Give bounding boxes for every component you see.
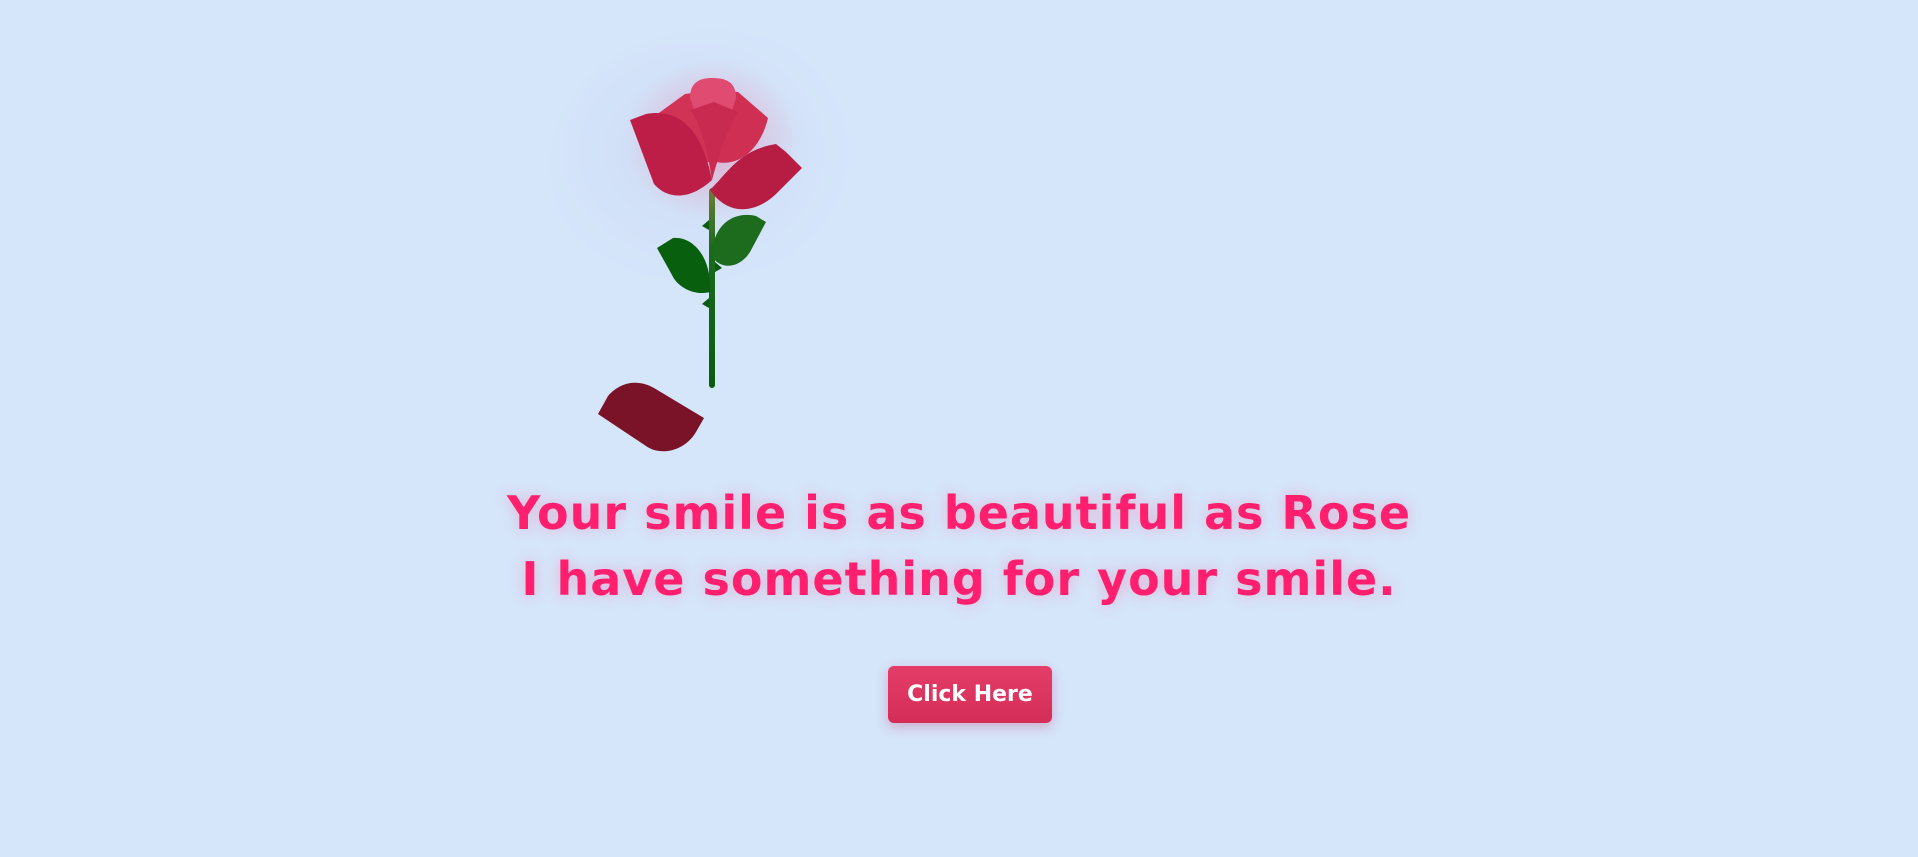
greeting-message: Your smile is as beautiful as Rose I hav… xyxy=(0,480,1918,612)
leaf-right xyxy=(712,214,766,266)
click-here-button[interactable]: Click Here xyxy=(888,666,1052,723)
greeting-line-2: I have something for your smile. xyxy=(521,552,1397,606)
fallen-petal-icon xyxy=(598,382,704,452)
leaf-left xyxy=(657,237,711,294)
thorn xyxy=(702,220,709,230)
rose-illustration xyxy=(540,20,900,460)
greeting-line-1: Your smile is as beautiful as Rose xyxy=(506,486,1412,540)
thorn xyxy=(702,298,709,308)
